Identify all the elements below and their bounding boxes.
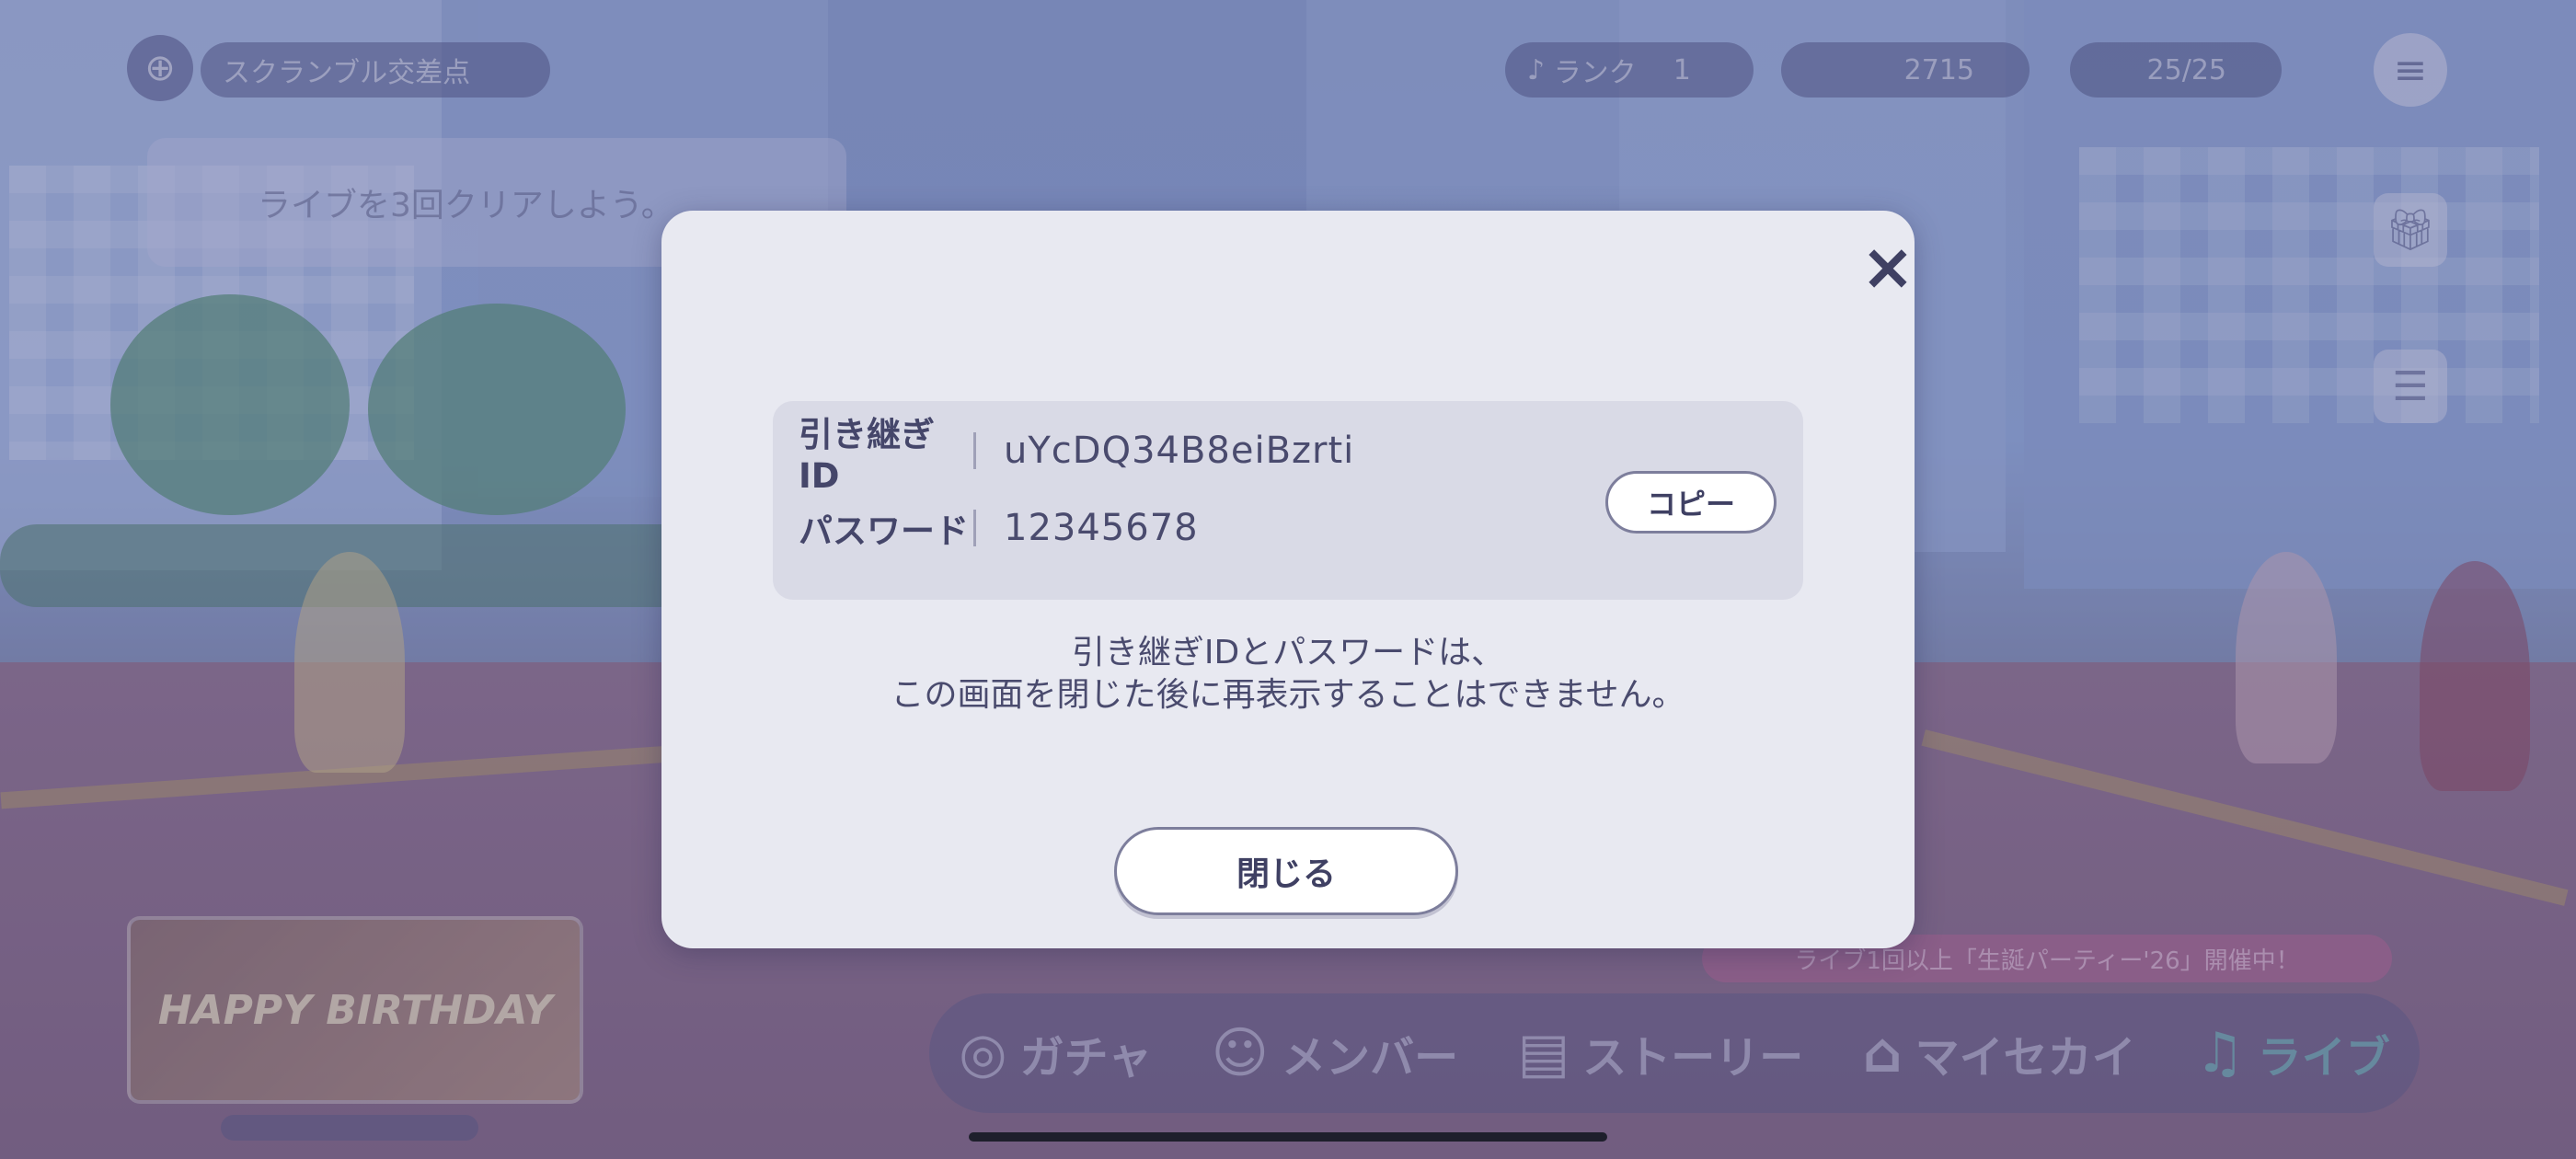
home-indicator[interactable] [969, 1132, 1607, 1142]
notice-line-1: 引き継ぎIDとパスワードは、 [1071, 634, 1505, 671]
copy-button[interactable]: コピー [1605, 471, 1777, 534]
credentials-box: 引き継ぎID uYcDQ34B8eiBzrti パスワード 12345678 コ… [773, 401, 1803, 600]
password-label: パスワード [799, 511, 969, 551]
close-icon[interactable]: × [1848, 227, 1927, 306]
transfer-id-value: uYcDQ34B8eiBzrti [1004, 430, 1355, 472]
divider [973, 432, 976, 469]
transfer-id-label: 引き継ぎID [799, 414, 935, 496]
password-row: パスワード 12345678 [799, 500, 1199, 556]
notice-text: 引き継ぎIDとパスワードは、 この画面を閉じた後に再表示することはできません。 [661, 632, 1915, 717]
divider [973, 510, 976, 546]
password-value: 12345678 [1004, 507, 1199, 549]
transfer-id-dialog: × 引き継ぎID uYcDQ34B8eiBzrti パスワード 12345678… [661, 211, 1915, 948]
close-button[interactable]: 閉じる [1114, 827, 1458, 915]
notice-line-2: この画面を閉じた後に再表示することはできません。 [891, 676, 1685, 714]
transfer-id-row: 引き継ぎID uYcDQ34B8eiBzrti [799, 415, 1355, 496]
